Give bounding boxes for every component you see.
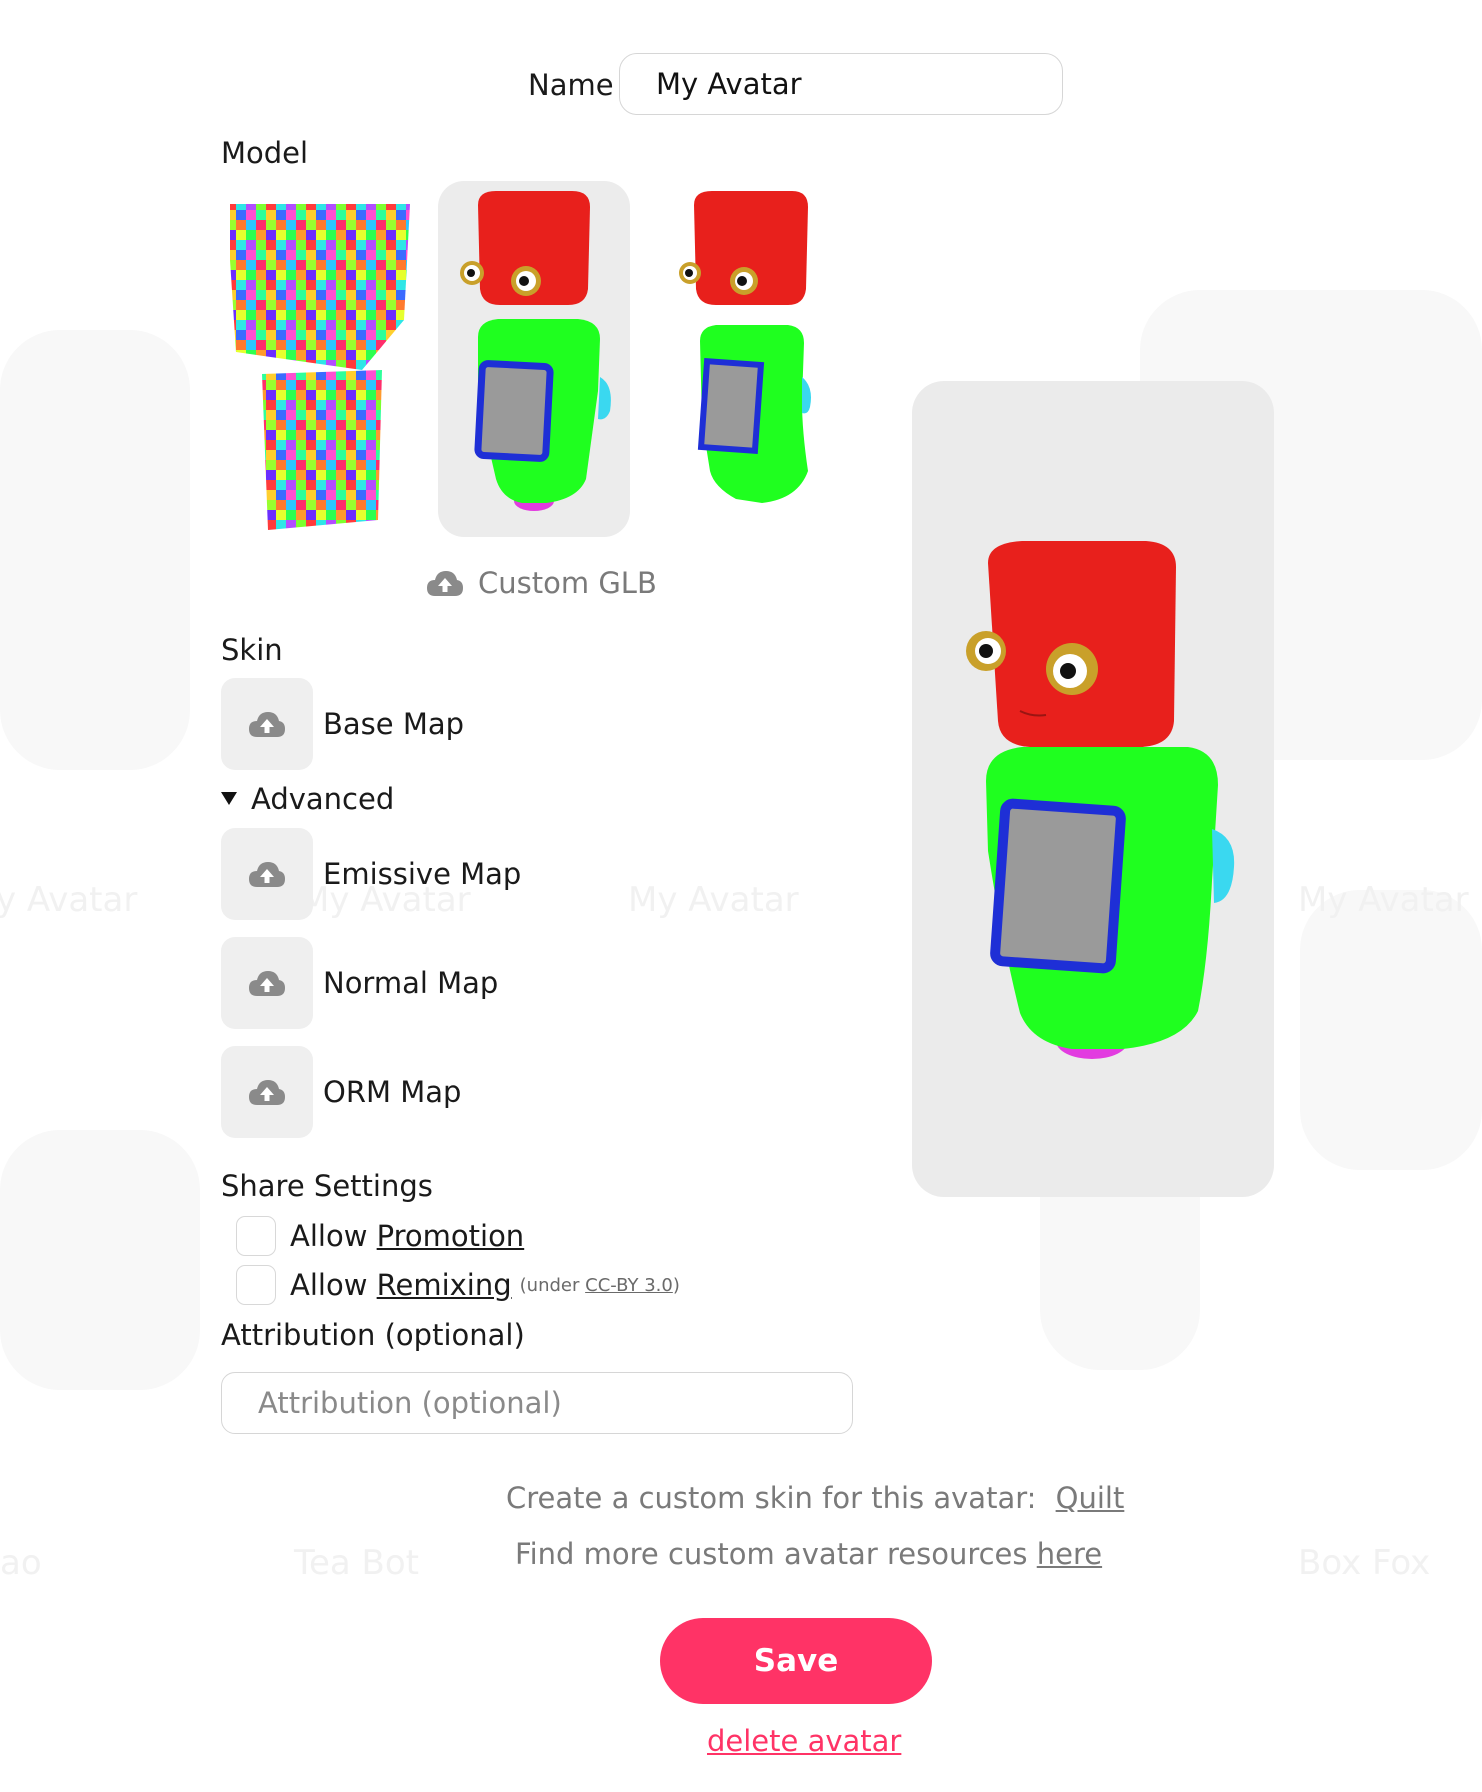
allow-promotion-row: Allow Promotion	[236, 1216, 524, 1256]
quilt-link[interactable]: Quilt	[1056, 1481, 1125, 1515]
background-avatar-name: My Avatar	[1298, 880, 1469, 920]
base-map-upload[interactable]: Base Map	[221, 678, 464, 770]
blocks-model-image	[230, 204, 410, 530]
background-avatar-name: Tea Bot	[294, 1543, 420, 1583]
cloud-upload-icon	[249, 862, 285, 887]
advanced-toggle[interactable]: Advanced	[221, 782, 394, 816]
model-option-blocks[interactable]	[226, 200, 418, 540]
model-label: Model	[221, 136, 309, 170]
cloud-upload-icon	[427, 571, 463, 596]
allow-word: Allow	[290, 1219, 368, 1253]
promotion-link[interactable]: Promotion	[377, 1219, 525, 1253]
normal-map-label: Normal Map	[323, 966, 499, 1000]
avatar-preview[interactable]	[912, 381, 1274, 1197]
allow-word: Allow	[290, 1268, 368, 1302]
triangle-down-icon	[221, 792, 237, 805]
attribution-input[interactable]	[221, 1372, 853, 1434]
share-settings-label: Share Settings	[221, 1169, 433, 1203]
resources-link[interactable]: here	[1037, 1537, 1102, 1571]
quilt-line: Create a custom skin for this avatar: Qu…	[506, 1481, 1124, 1515]
cloud-upload-icon	[249, 712, 285, 737]
avatar-preview-image	[966, 541, 1235, 1059]
emissive-map-upload[interactable]: Emissive Map	[221, 828, 521, 920]
attribution-label: Attribution (optional)	[221, 1318, 525, 1352]
allow-promotion-text: Allow Promotion	[290, 1219, 524, 1253]
quilt-text: Create a custom skin for this avatar:	[506, 1481, 1037, 1515]
allow-remixing-text: Allow Remixing	[290, 1268, 512, 1302]
base-map-upload-box[interactable]	[221, 678, 313, 770]
emissive-map-label: Emissive Map	[323, 857, 522, 891]
allow-promotion-checkbox[interactable]	[236, 1216, 276, 1256]
name-label: Name	[528, 68, 614, 102]
orm-map-upload-box[interactable]	[221, 1046, 313, 1138]
allow-remixing-checkbox[interactable]	[236, 1265, 276, 1305]
background-avatar-card	[0, 330, 190, 770]
orm-map-label: ORM Map	[323, 1075, 462, 1109]
allow-remixing-row: Allow Remixing (under CC-BY 3.0)	[236, 1265, 680, 1305]
skin-label: Skin	[221, 633, 283, 667]
robot-model-image	[460, 191, 611, 511]
model-option-robot-selected[interactable]	[438, 181, 630, 537]
orm-map-upload[interactable]: ORM Map	[221, 1046, 461, 1138]
delete-avatar-link[interactable]: delete avatar	[707, 1724, 901, 1758]
license-prefix: (under	[519, 1274, 586, 1296]
background-avatar-card	[1300, 890, 1482, 1170]
background-avatar-name: ao	[0, 1543, 42, 1583]
save-button[interactable]: Save	[660, 1618, 932, 1704]
background-avatar-name: y Avatar	[0, 880, 138, 920]
normal-map-upload-box[interactable]	[221, 937, 313, 1029]
background-avatar-name: Box Fox	[1298, 1543, 1431, 1583]
background-avatar-card	[0, 1130, 200, 1390]
resources-text: Find more custom avatar resources	[515, 1537, 1028, 1571]
custom-glb-label: Custom GLB	[478, 566, 657, 600]
advanced-label: Advanced	[251, 782, 395, 816]
model-option-robot-variant[interactable]	[652, 181, 844, 537]
normal-map-upload[interactable]: Normal Map	[221, 937, 498, 1029]
background-avatar-name: My Avatar	[628, 880, 799, 920]
robot-variant-model-image	[679, 191, 811, 503]
base-map-label: Base Map	[323, 707, 465, 741]
license-suffix: )	[672, 1274, 680, 1296]
cloud-upload-icon	[249, 1080, 285, 1105]
remixing-link[interactable]: Remixing	[377, 1268, 512, 1302]
cloud-upload-icon	[249, 971, 285, 996]
emissive-map-upload-box[interactable]	[221, 828, 313, 920]
custom-glb-upload[interactable]: Custom GLB	[426, 566, 657, 600]
license-link[interactable]: CC-BY 3.0	[585, 1275, 673, 1296]
resources-line: Find more custom avatar resources here	[515, 1537, 1102, 1571]
license-note: (under CC-BY 3.0)	[520, 1275, 680, 1296]
name-input[interactable]	[619, 53, 1063, 115]
